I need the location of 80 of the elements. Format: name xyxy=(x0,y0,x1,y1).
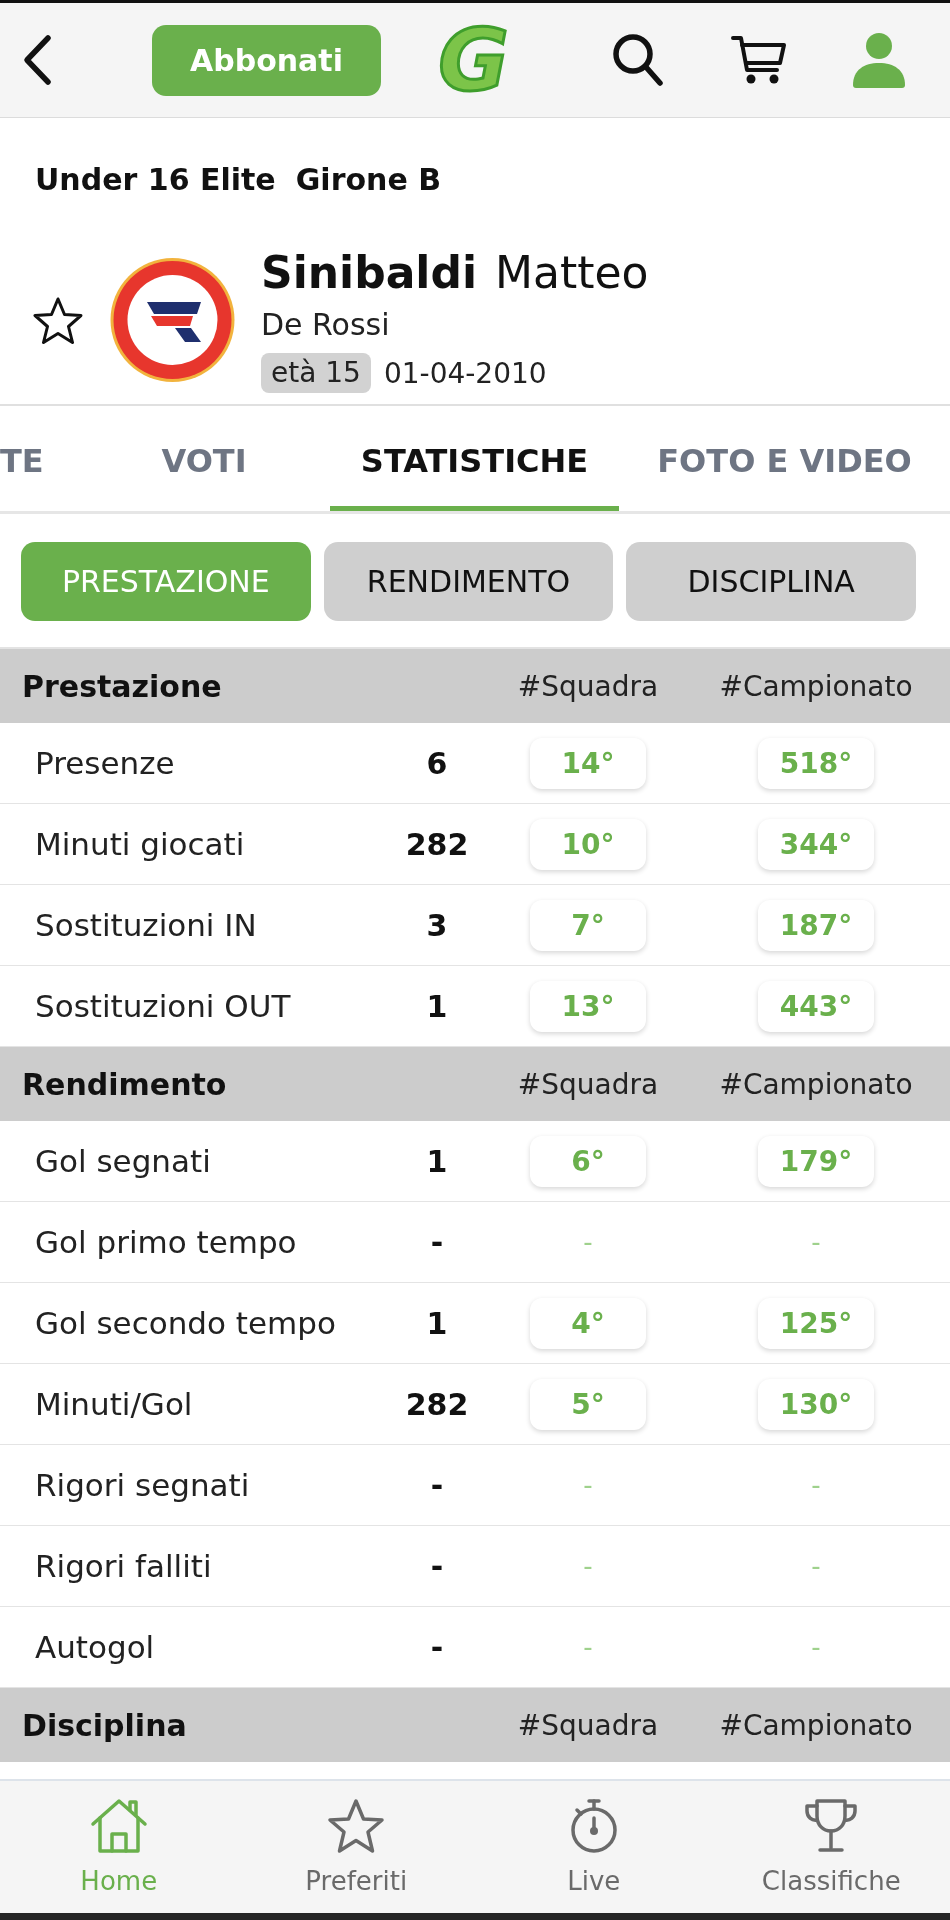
stat-label: Rigori segnati xyxy=(34,1467,250,1503)
stat-value: - xyxy=(430,1548,444,1584)
rank-text: - xyxy=(583,1227,593,1257)
tab[interactable]: TE xyxy=(0,406,78,511)
nav-item[interactable]: Preferiti xyxy=(305,1781,408,1913)
section-title: Disciplina xyxy=(21,1707,187,1743)
column-header: #Campionato xyxy=(719,1067,913,1101)
rank-text: - xyxy=(583,1551,593,1581)
stat-value: 282 xyxy=(405,826,469,862)
rank-chip: 130° xyxy=(758,1378,874,1430)
section-title: Rendimento xyxy=(21,1066,227,1102)
favorite-star-icon[interactable] xyxy=(33,296,83,344)
stat-value: 6 xyxy=(426,745,448,781)
player-surname: Sinibaldi xyxy=(261,247,478,299)
star-icon xyxy=(327,1798,386,1854)
stat-label: Gol segnati xyxy=(34,1143,211,1179)
rank-chip: 6° xyxy=(530,1135,646,1187)
competition-name: Under 16 Elite xyxy=(35,161,276,199)
rank-chip: 179° xyxy=(758,1135,874,1187)
stat-value: 282 xyxy=(405,1386,469,1422)
rank-chip: 13° xyxy=(530,980,646,1032)
stat-label: Sostituzioni OUT xyxy=(34,988,291,1024)
stat-label: Gol primo tempo xyxy=(34,1224,297,1260)
back-icon[interactable] xyxy=(22,34,52,86)
rank-text: - xyxy=(811,1632,821,1662)
age-tag: età 15 xyxy=(261,353,371,393)
rank-chip: 125° xyxy=(758,1297,874,1349)
trophy-icon xyxy=(803,1798,860,1854)
home-icon xyxy=(89,1798,148,1854)
stat-value: - xyxy=(430,1629,444,1665)
stat-value: 1 xyxy=(426,1305,448,1341)
column-header: #Campionato xyxy=(719,1708,913,1742)
column-header: #Campionato xyxy=(719,669,913,703)
search-icon[interactable] xyxy=(612,33,664,87)
rank-chip: 443° xyxy=(758,980,874,1032)
rank-chip: 10° xyxy=(530,818,646,870)
subscribe-button[interactable]: Abbonati xyxy=(152,24,381,96)
rank-text: - xyxy=(811,1551,821,1581)
rank-chip: 5° xyxy=(530,1378,646,1430)
stat-value: - xyxy=(430,1224,444,1260)
rank-text: - xyxy=(811,1470,821,1500)
stat-label: Rigori falliti xyxy=(34,1548,212,1584)
stat-label: Minuti giocati xyxy=(34,826,245,862)
stat-value: 1 xyxy=(426,1143,448,1179)
group-name: Girone B xyxy=(295,161,442,199)
section-title: Prestazione xyxy=(21,668,222,704)
stat-label: Autogol xyxy=(34,1629,155,1665)
column-header: #Squadra xyxy=(517,1067,659,1101)
filter-button[interactable]: PRESTAZIONE xyxy=(21,542,311,621)
player-first-name: Matteo xyxy=(495,247,649,299)
cart-icon[interactable] xyxy=(731,34,786,86)
rank-chip: 344° xyxy=(758,818,874,870)
stat-label: Sostituzioni IN xyxy=(34,907,257,943)
rank-text: - xyxy=(583,1632,593,1662)
rank-chip: 7° xyxy=(530,899,646,951)
team-name: De Rossi xyxy=(261,307,391,343)
app-logo: G xyxy=(438,20,509,100)
filter-button[interactable]: DISCIPLINA xyxy=(626,542,916,621)
tab[interactable]: VOTI xyxy=(78,406,330,511)
stat-value: - xyxy=(430,1467,444,1503)
column-header: #Squadra xyxy=(517,669,659,703)
stat-label: Minuti/Gol xyxy=(34,1386,193,1422)
rank-chip: 4° xyxy=(530,1297,646,1349)
stat-value: 3 xyxy=(426,907,448,943)
birth-date: 01-04-2010 xyxy=(383,356,547,390)
tab[interactable]: FOTO E VIDEO xyxy=(619,406,950,511)
stat-value: 1 xyxy=(426,988,448,1024)
filter-button[interactable]: RENDIMENTO xyxy=(323,542,614,621)
rank-chip: 187° xyxy=(758,899,874,951)
rank-text: - xyxy=(811,1227,821,1257)
stat-label: Presenze xyxy=(34,745,175,781)
rank-text: - xyxy=(583,1470,593,1500)
rank-chip: 14° xyxy=(530,737,646,789)
nav-item[interactable]: Live xyxy=(567,1781,621,1913)
stopwatch-icon xyxy=(568,1798,619,1854)
nav-item[interactable]: Classifiche xyxy=(761,1781,901,1913)
tab[interactable]: STATISTICHE xyxy=(330,406,619,511)
stat-label: Gol secondo tempo xyxy=(34,1305,336,1341)
column-header: #Squadra xyxy=(517,1708,659,1742)
rank-chip: 518° xyxy=(758,737,874,789)
